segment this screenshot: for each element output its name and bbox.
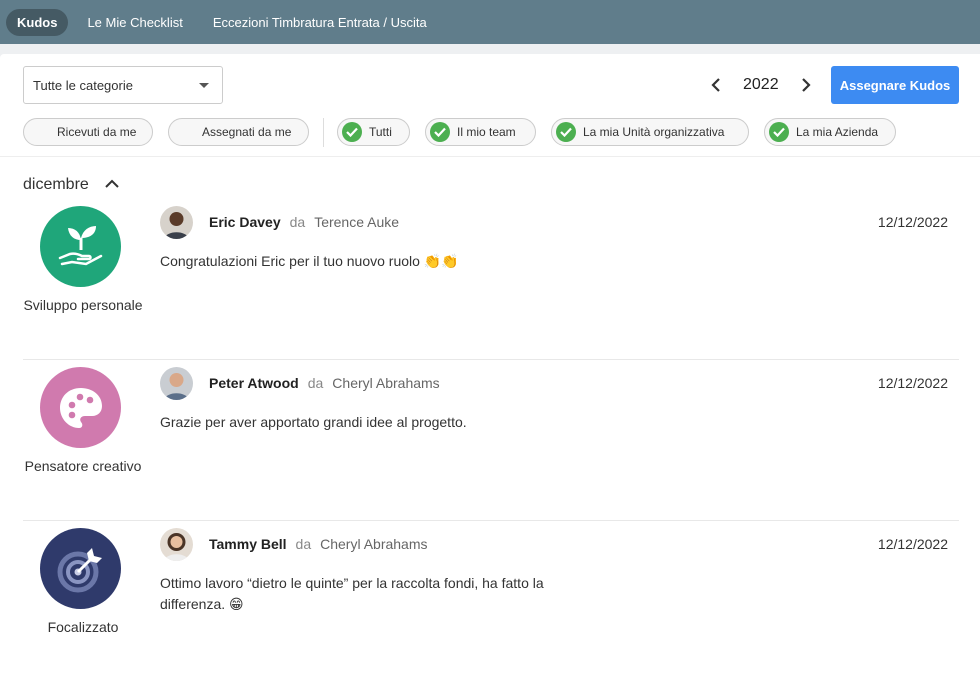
palette-icon [40, 367, 121, 448]
year-navigator: 2022 [705, 66, 817, 104]
category-select[interactable]: Tutte le categorie [23, 66, 223, 104]
from-label: da [307, 375, 324, 391]
kudos-card: Focalizzato Tammy Bell da Cheryl Abrahams … [23, 521, 959, 679]
recipient-name[interactable]: Peter Atwood [209, 375, 299, 391]
chevron-right-icon[interactable] [795, 74, 817, 96]
giver-name[interactable]: Terence Auke [314, 214, 399, 230]
chip-divider [323, 118, 324, 147]
tab-my-checklists[interactable]: Le Mie Checklist [76, 9, 193, 36]
category-select-value: Tutte le categorie [33, 77, 133, 93]
tab-clock-exceptions[interactable]: Eccezioni Timbratura Entrata / Uscita [202, 9, 438, 36]
from-label: da [295, 536, 312, 552]
year-label: 2022 [743, 76, 779, 93]
avatar[interactable] [160, 528, 193, 561]
kudos-message: Ottimo lavoro “dietro le quinte” per la … [160, 575, 544, 612]
check-icon [342, 122, 362, 142]
top-nav: Kudos Le Mie Checklist Eccezioni Timbrat… [0, 0, 980, 44]
kudos-card: Sviluppo personale Eric Davey da Terence A… [23, 199, 959, 360]
chevron-left-icon[interactable] [705, 74, 727, 96]
kudos-message: Grazie per aver apportato grandi idee al… [160, 414, 467, 430]
chip-all[interactable]: Tutti [337, 118, 410, 146]
giver-name[interactable]: Cheryl Abrahams [320, 536, 427, 552]
chip-label: Tutti [369, 125, 392, 139]
kudos-header: Peter Atwood da Cheryl Abrahams [209, 375, 440, 391]
kudos-date: 12/12/2022 [877, 536, 948, 552]
month-header: dicembre [23, 176, 119, 194]
caret-down-icon [199, 83, 209, 88]
chip-label: La mia Unità organizzativa [583, 125, 725, 139]
chip-received-by-me[interactable]: Ricevuti da me [23, 118, 153, 146]
kudos-header: Tammy Bell da Cheryl Abrahams [209, 536, 428, 552]
category-label: Pensatore creativo [24, 458, 142, 474]
chevron-up-icon[interactable] [105, 176, 119, 194]
month-label: dicembre [23, 176, 89, 193]
kudos-panel: Tutte le categorie 2022 Assegnare Kudos … [0, 54, 980, 679]
from-label: da [289, 214, 306, 230]
kudos-card: Pensatore creativo Peter Atwood da Cheryl … [23, 360, 959, 521]
kudos-date: 12/12/2022 [877, 214, 948, 230]
recipient-name[interactable]: Tammy Bell [209, 536, 287, 552]
chip-my-company[interactable]: La mia Azienda [764, 118, 896, 146]
chip-label: Assegnati da me [202, 125, 292, 139]
check-icon [430, 122, 450, 142]
chip-my-team[interactable]: Il mio team [425, 118, 536, 146]
avatar[interactable] [160, 367, 193, 400]
assign-kudos-button[interactable]: Assegnare Kudos [831, 66, 959, 104]
category-label: Sviluppo personale [23, 297, 143, 313]
kudos-header: Eric Davey da Terence Auke [209, 214, 399, 230]
target-icon [40, 528, 121, 609]
recipient-name[interactable]: Eric Davey [209, 214, 281, 230]
check-icon [769, 122, 789, 142]
avatar[interactable] [160, 206, 193, 239]
chip-my-org-unit[interactable]: La mia Unità organizzativa [551, 118, 749, 146]
chip-label: Ricevuti da me [57, 125, 137, 139]
category-label: Focalizzato [47, 619, 119, 635]
giver-name[interactable]: Cheryl Abrahams [332, 375, 439, 391]
chip-label: Il mio team [457, 125, 516, 139]
kudos-message: Congratulazioni Eric per il tuo nuovo ru… [160, 253, 459, 269]
tab-kudos[interactable]: Kudos [6, 8, 69, 36]
filters-separator [0, 156, 980, 157]
kudos-date: 12/12/2022 [877, 375, 948, 391]
check-icon [556, 122, 576, 142]
plant-hand-icon [40, 206, 121, 287]
chip-label: La mia Azienda [796, 125, 879, 139]
chip-assigned-by-me[interactable]: Assegnati da me [168, 118, 309, 146]
